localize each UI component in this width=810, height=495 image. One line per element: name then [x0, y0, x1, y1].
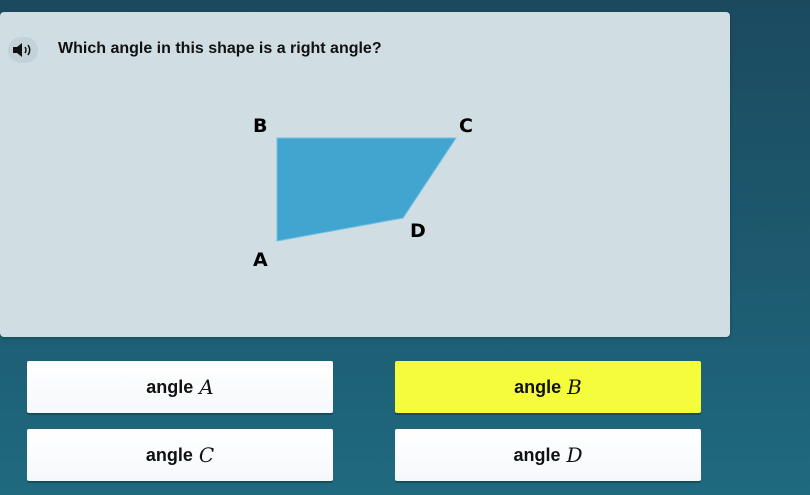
answer-prefix: angle — [146, 376, 194, 397]
answer-prefix: angle — [145, 444, 193, 465]
answer-prefix: angle — [514, 376, 562, 397]
vertex-label-c: C — [459, 115, 473, 137]
vertex-label-b: B — [253, 115, 267, 137]
vertex-label-d: D — [410, 220, 426, 242]
answer-angle-c[interactable]: angle C — [27, 429, 333, 481]
quadrilateral-figure: A B C D — [253, 115, 473, 271]
answer-angle-a[interactable]: angle A — [27, 361, 333, 413]
answer-angle-b[interactable]: angle B — [395, 361, 701, 413]
answer-variable: B — [567, 375, 582, 399]
answer-variable: A — [199, 375, 214, 399]
answer-angle-d[interactable]: angle D — [395, 429, 701, 481]
answer-variable: D — [566, 443, 583, 467]
question-card: Which angle in this shape is a right ang… — [0, 12, 730, 337]
quadrilateral-shape — [276, 137, 457, 242]
vertex-label-a: A — [253, 249, 268, 271]
answer-variable: C — [198, 443, 215, 467]
answer-prefix: angle — [513, 444, 561, 465]
